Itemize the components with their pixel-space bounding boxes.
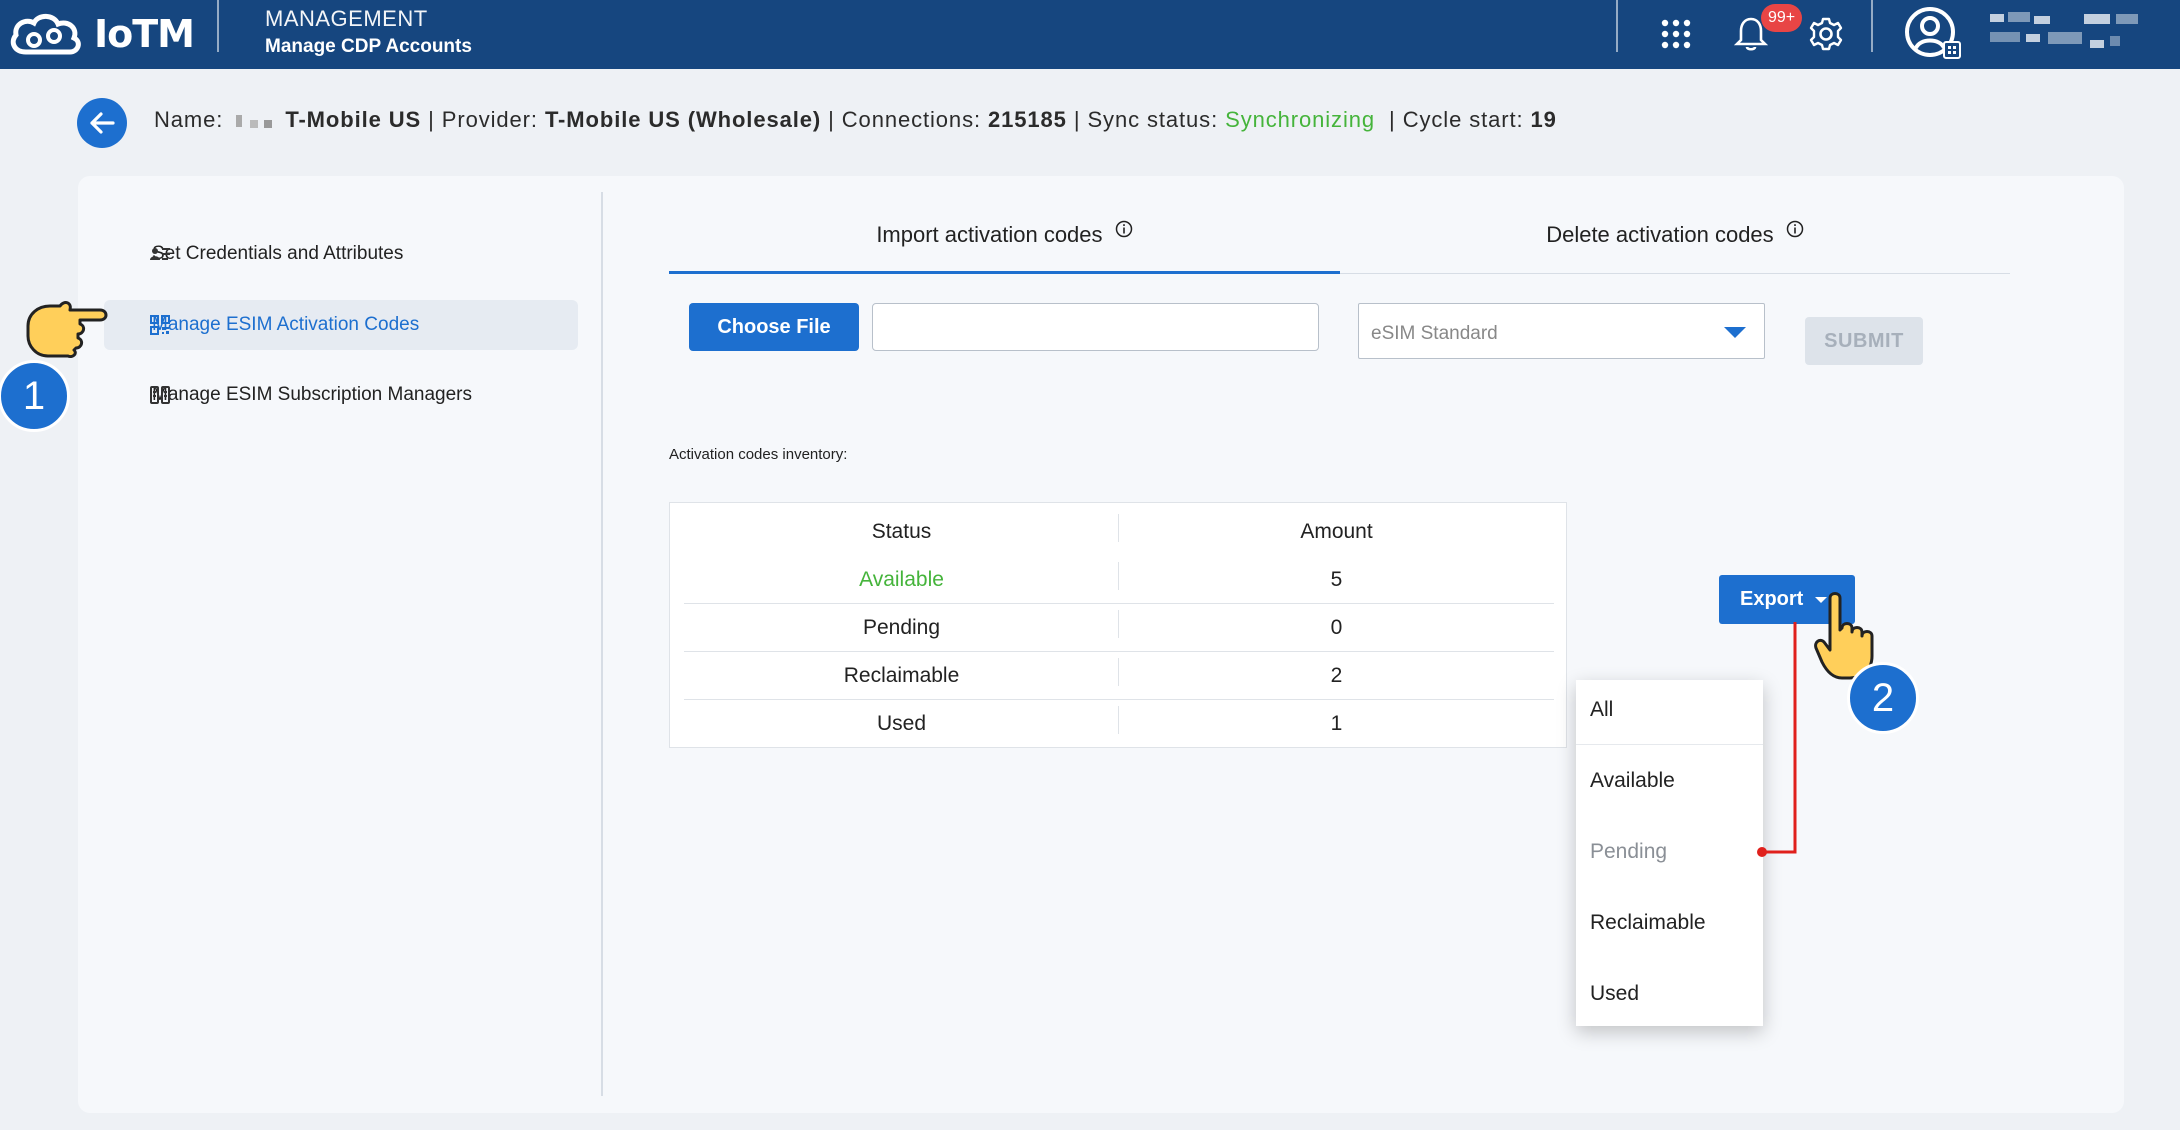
submit-button[interactable]: SUBMIT	[1805, 317, 1923, 365]
info-icon[interactable]	[1786, 220, 1804, 238]
credentials-icon	[150, 248, 170, 260]
esim-type-select[interactable]: eSIM Standard	[1358, 303, 1765, 359]
cycle-start-value: 19	[1530, 107, 1557, 132]
step-marker-2: 2	[1847, 662, 1919, 734]
name-label: Name:	[154, 107, 224, 132]
select-value: eSIM Standard	[1371, 323, 1498, 344]
apps-grid-icon[interactable]	[1654, 12, 1698, 56]
amount-cell: 0	[1330, 615, 1343, 639]
tab-import-activation-codes[interactable]: Import activation codes	[669, 220, 1340, 274]
connections-value: 215185	[988, 107, 1067, 132]
amount-cell: 2	[1330, 663, 1343, 687]
user-name-redacted	[1990, 12, 2138, 48]
table-row: Used 1	[684, 700, 1554, 748]
user-avatar-icon[interactable]	[1904, 4, 1964, 64]
sim-manager-icon	[150, 386, 170, 404]
topbar-divider	[1871, 0, 1873, 52]
inventory-table: Status Amount Available 5 Pending 0 Recl…	[669, 502, 1567, 748]
topbar-divider	[1616, 0, 1618, 52]
step-marker-1: 1	[0, 360, 70, 432]
logo-text: IoTM	[94, 12, 195, 56]
inventory-label: Activation codes inventory:	[669, 446, 848, 463]
separator: |	[428, 107, 435, 132]
section-subtitle: Manage CDP Accounts	[265, 36, 472, 57]
status-cell: Reclaimable	[684, 657, 1119, 688]
export-dropdown-menu: All Available Pending Reclaimable Used	[1576, 680, 1763, 1026]
tab-delete-activation-codes[interactable]: Delete activation codes	[1340, 220, 2010, 274]
table-row: Reclaimable 2	[684, 652, 1554, 700]
menu-item-reclaimable[interactable]: Reclaimable	[1590, 911, 1706, 935]
provider-label: Provider:	[441, 107, 538, 132]
status-cell: Used	[684, 706, 1119, 736]
separator: |	[1389, 107, 1396, 132]
menu-item-pending[interactable]: Pending	[1590, 840, 1667, 864]
sync-status-label: Sync status:	[1087, 107, 1219, 132]
amount-cell: 5	[1330, 567, 1343, 591]
sidebar-item-esim-activation-codes[interactable]: Manage ESIM Activation Codes	[104, 300, 578, 350]
tab-label: Delete activation codes	[1546, 222, 1774, 247]
gear-icon[interactable]	[1804, 12, 1848, 56]
choose-file-button[interactable]: Choose File	[689, 303, 859, 351]
cloud-logo-icon	[10, 13, 81, 55]
status-cell: Available	[684, 561, 1119, 592]
menu-divider	[1576, 744, 1763, 745]
annotation-connector	[1757, 622, 1797, 857]
connections-label: Connections:	[841, 107, 981, 132]
qr-code-icon	[150, 315, 170, 335]
info-icon[interactable]	[1115, 220, 1133, 238]
sidebar-divider	[601, 192, 603, 1096]
status-cell: Pending	[684, 609, 1119, 640]
menu-item-all[interactable]: All	[1590, 698, 1613, 722]
section-heading: MANAGEMENT Manage CDP Accounts	[265, 6, 472, 58]
export-label: Export	[1740, 588, 1804, 610]
menu-item-used[interactable]: Used	[1590, 982, 1639, 1006]
cycle-start-label: Cycle start:	[1402, 107, 1524, 132]
separator: |	[828, 107, 835, 132]
sidebar-item-label: Set Credentials and Attributes	[152, 243, 404, 264]
name-redacted	[236, 115, 273, 129]
iotm-logo[interactable]: IoTM	[8, 6, 195, 62]
sync-status-value: Synchronizing	[1225, 107, 1376, 132]
top-navigation-bar: IoTM MANAGEMENT Manage CDP Accounts 99+	[0, 0, 2180, 69]
sidebar-item-label: Manage ESIM Activation Codes	[152, 314, 420, 335]
name-value: T-Mobile US	[285, 107, 422, 132]
amount-cell: 1	[1330, 712, 1343, 735]
topbar-divider	[217, 0, 219, 52]
sidebar-item-label: Manage ESIM Subscription Managers	[152, 384, 472, 405]
table-row: Pending 0	[684, 604, 1554, 652]
file-name-field[interactable]	[872, 303, 1319, 351]
notification-badge: 99+	[1761, 4, 1803, 32]
back-button[interactable]	[77, 98, 127, 148]
separator: |	[1073, 107, 1081, 132]
account-info-line: Name: T-Mobile US | Provider: T-Mobile U…	[154, 107, 1557, 133]
sidebar-item-credentials[interactable]: Set Credentials and Attributes	[104, 229, 578, 279]
arrow-left-icon	[90, 112, 115, 134]
menu-item-available[interactable]: Available	[1590, 769, 1675, 793]
sidebar-item-esim-subscription-managers[interactable]: Manage ESIM Subscription Managers	[104, 370, 578, 420]
tab-label: Import activation codes	[876, 222, 1103, 247]
table-row: Available 5	[684, 556, 1554, 604]
section-title: MANAGEMENT	[265, 6, 428, 31]
provider-value: T-Mobile US (Wholesale)	[544, 107, 822, 132]
chevron-down-icon	[1724, 327, 1746, 338]
pointing-hand-icon	[26, 301, 108, 358]
